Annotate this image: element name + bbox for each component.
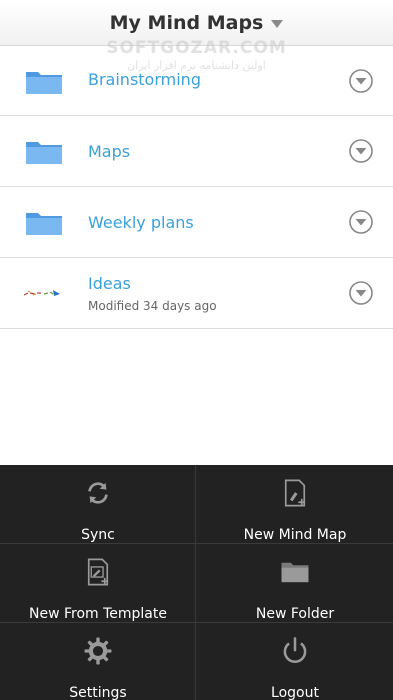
folder-icon (26, 142, 62, 164)
mind-map-list: Brainstorming Maps Weekly plans Ideas Mo… (0, 46, 393, 329)
new-folder-label: New Folder (255, 606, 335, 622)
gear-icon (84, 637, 112, 665)
options-menu-panel: Sync New Mind Map New From Template New … (0, 465, 393, 700)
item-menu-icon[interactable] (348, 138, 374, 164)
folder-icon (26, 213, 62, 235)
folder-icon (26, 71, 62, 94)
new-from-template-label: New From Template (28, 606, 167, 622)
item-menu-icon[interactable] (348, 209, 374, 235)
sync-icon (88, 482, 108, 504)
sync-label: Sync (81, 527, 115, 543)
dropdown-caret-icon (271, 19, 284, 28)
list-item[interactable]: Maps (0, 116, 393, 187)
new-mind-map-label: New Mind Map (243, 527, 347, 543)
page-title: My Mind Maps (109, 11, 264, 34)
item-modified-date: Modified 34 days ago (88, 298, 217, 313)
new-from-template-button[interactable]: New From Template (0, 544, 196, 622)
item-label: Ideas (88, 273, 131, 293)
template-icon (87, 558, 109, 586)
folder-icon (281, 562, 309, 583)
item-label: Brainstorming (88, 70, 201, 89)
list-item[interactable]: Ideas Modified 34 days ago (0, 258, 393, 329)
mind-map-thumbnail-icon (23, 290, 60, 296)
title-bar[interactable]: My Mind Maps (0, 0, 393, 46)
new-mind-map-button[interactable]: New Mind Map (197, 465, 393, 543)
new-folder-button[interactable]: New Folder (197, 544, 393, 622)
sync-button[interactable]: Sync (0, 465, 196, 543)
logout-label: Logout (271, 685, 319, 700)
item-menu-icon[interactable] (348, 68, 374, 94)
item-menu-icon[interactable] (348, 280, 374, 306)
item-label: Maps (88, 141, 131, 161)
item-label: Weekly plans (88, 212, 194, 232)
list-item[interactable]: Brainstorming (0, 46, 393, 116)
power-icon (283, 637, 307, 663)
settings-button[interactable]: Settings (0, 623, 196, 700)
new-map-icon (284, 479, 306, 507)
list-item[interactable]: Weekly plans (0, 187, 393, 258)
settings-label: Settings (69, 685, 127, 700)
logout-button[interactable]: Logout (197, 623, 393, 700)
